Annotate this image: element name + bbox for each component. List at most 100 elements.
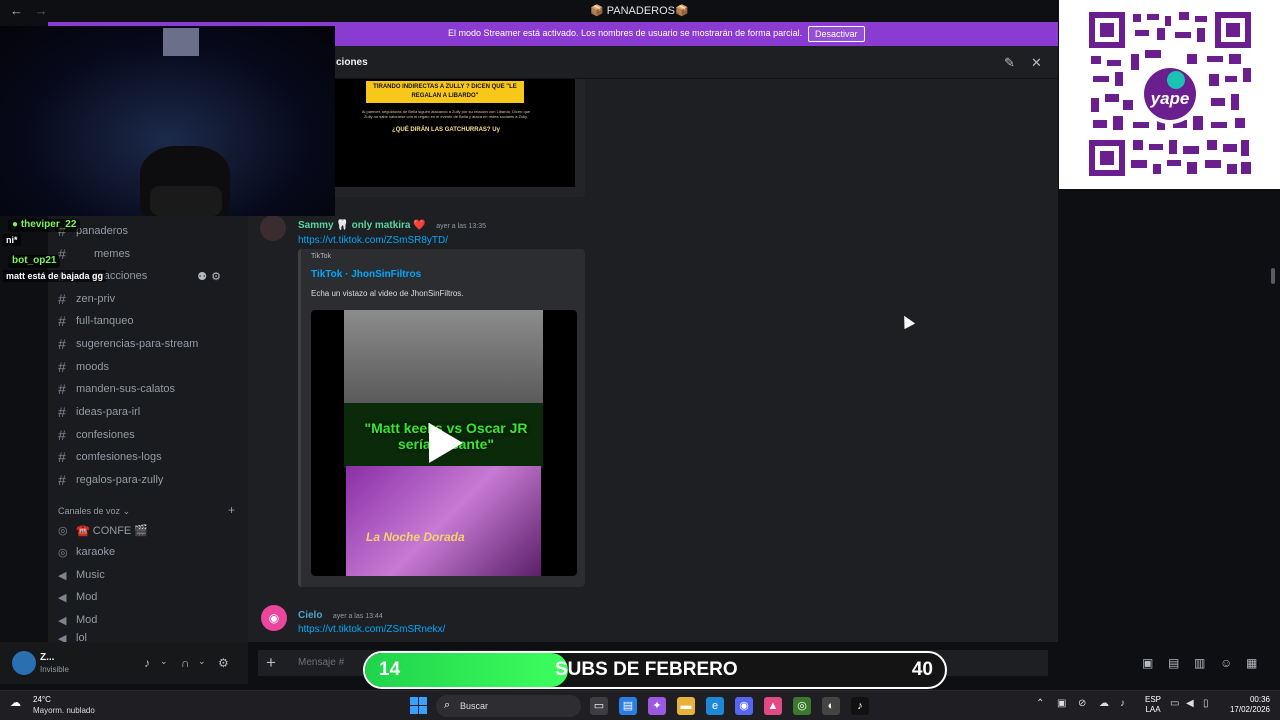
channel-sugerencias[interactable]: # sugerencias-para-stream [58,334,198,354]
channel-manden-sus-calatos[interactable]: # manden-sus-calatos [58,379,175,399]
task-view-icon[interactable]: ▭ [590,697,608,715]
channel-moods[interactable]: # moods [58,357,109,377]
weather-description[interactable]: Mayorm. nublado [33,706,95,715]
message-link[interactable]: https://vt.tiktok.com/ZSmSRnekx/ [298,624,445,635]
app-icon[interactable]: ◎ [793,697,811,715]
language-indicator[interactable]: ESP LAA [1145,695,1161,715]
nav-buttons: ← → [10,3,56,18]
user-name[interactable]: Z... [40,652,54,663]
channel-label: manden-sus-calatos [76,383,176,395]
channel-confesiones[interactable]: # confesiones [58,425,135,445]
avatar[interactable] [12,651,36,675]
video-thumbnail[interactable]: "Matt keeks vs Oscar JR sería bacante" L… [311,310,577,576]
gift-icon[interactable]: ▣ [1142,656,1153,670]
cloud-icon[interactable]: ☁ [10,696,21,709]
hash-icon: # [58,472,66,488]
sticker-icon[interactable]: ▥ [1194,656,1205,670]
copilot-icon[interactable]: ✦ [648,697,666,715]
voice-channel-music[interactable]: ◀ Music [58,565,105,585]
hash-icon: # [58,313,66,329]
discord-avatar-icon[interactable]: ◉ [261,605,287,631]
channel-ideas-para-irl[interactable]: # ideas-para-irl [58,402,140,422]
network-icon[interactable]: ▭ [1170,698,1179,709]
poster-question: ¿QUÉ DIRÁN LAS GATCHURRAS? Uy [392,127,500,133]
hash-icon: # [58,336,66,352]
weather-temperature[interactable]: 24°C [33,695,51,704]
edge-icon[interactable]: e [706,697,724,715]
channel-full-tanqueo[interactable]: # full-tanqueo [58,311,134,331]
voice-channel-lol[interactable]: ◀ lol [58,632,87,642]
channel-comfesiones-logs[interactable]: # comfesiones-logs [58,447,162,467]
channel-label: Mod [76,591,98,603]
subs-goal-bar: 14 SUBS DE FEBRERO 40 [363,651,947,689]
chevron-down-icon: ⌄ [122,506,131,516]
microphone-icon[interactable]: ♪ [144,656,150,670]
search-icon: ⌕ [444,699,451,711]
pin-icon[interactable]: ✎ [1004,55,1015,71]
channel-label: ideas-para-irl [76,406,141,418]
clock-date: 17/02/2026 [1229,705,1270,714]
volume-icon[interactable]: ◀ [1186,698,1194,709]
channel-label: comfesiones-logs [76,451,162,463]
message-timestamp: ayer a las 13:35 [436,223,486,230]
apps-icon[interactable]: ▦ [1246,656,1257,670]
tray-app-icon[interactable]: ▣ [1057,698,1066,709]
lang-top: ESP [1145,695,1162,704]
discord-icon[interactable]: ◉ [735,697,753,715]
onedrive-icon[interactable]: ☁ [1099,698,1109,709]
channel-label: full-tanqueo [76,315,134,327]
channel-zen-priv[interactable]: # zen-priv [58,289,115,309]
channel-regalos-para-zully[interactable]: # regalos-para-zully [58,470,163,490]
voice-channel-mod-1[interactable]: ◀ Mod [58,587,97,607]
chevron-down-icon[interactable]: ⌄ [160,656,168,667]
chat-message: ni* [3,234,21,246]
tray-app-icon[interactable]: ⊘ [1078,698,1086,709]
battery-icon[interactable]: ▯ [1203,698,1209,709]
store-icon[interactable]: ▤ [619,697,637,715]
gif-icon[interactable]: ▤ [1168,656,1179,670]
clock-time: 00:36 [1249,695,1270,704]
qr-code-image: yape [1087,10,1253,178]
arrow-left-icon[interactable]: ← [10,3,23,18]
channel-label: moods [76,361,110,373]
face-mask-image [150,186,222,216]
voice-channel-mod-2[interactable]: ◀ Mod [58,610,97,630]
microphone-icon[interactable]: ♪ [1120,698,1125,709]
stage-icon: ◎ [58,524,68,537]
headphones-icon[interactable]: ∩ [181,656,190,670]
chevron-up-icon[interactable]: ⌃ [1036,698,1044,709]
channel-label: regalos-para-zully [76,474,164,486]
attach-plus-icon[interactable]: + [266,653,276,673]
file-explorer-icon[interactable]: ▬ [677,697,695,715]
arrow-right-icon[interactable]: → [35,3,48,18]
voice-channel-karaoke[interactable]: ◎ karaoke [58,542,115,562]
hash-icon: # [58,381,66,397]
poster-headline: TIRANDO INDIRECTAS A ZULLY ? DICEN QUE "… [366,81,524,103]
news-poster-image[interactable]: TIRANDO INDIRECTAS A ZULLY ? DICEN QUE "… [321,79,575,187]
previous-embed[interactable]: TIRANDO INDIRECTAS A ZULLY ? DICEN QUE "… [298,79,585,197]
gear-icon[interactable]: ⚙ [218,656,229,670]
user-panel: Z... Invisible ♪ ⌄ ∩ ⌄ ⚙ [0,642,248,684]
play-icon[interactable] [429,423,463,463]
chevron-down-icon[interactable]: ⌄ [198,656,206,667]
add-channel-icon[interactable]: + [228,503,235,517]
channel-label: Mod [76,614,98,626]
stream-chat-overlay: ● theviper_22 ni* bot_op21 matt está de … [0,216,330,286]
scrollbar-thumb[interactable] [1271,268,1275,284]
system-clock[interactable]: 00:36 17/02/2026 [1222,695,1270,715]
obs-icon[interactable]: ◐ [822,697,840,715]
yape-logo-text: yape [1150,89,1190,108]
voice-category-header[interactable]: Canales de voz ⌄ [58,506,130,517]
speaker-icon: ◀ [58,614,67,627]
mute-icon[interactable]: ✕ [1031,55,1042,71]
speaker-icon: ◀ [58,633,67,642]
tiktok-icon[interactable]: ♪ [851,697,869,715]
voice-channel-confe[interactable]: ◎ ☎️ CONFE 🎬 [58,520,148,540]
emoji-icon[interactable]: ☺ [1220,656,1232,670]
deactivate-button[interactable]: Desactivar [808,26,865,42]
windows-start-icon[interactable] [410,697,428,715]
hash-icon: # [58,404,66,420]
taskbar-search[interactable]: ⌕ Buscar [436,695,581,717]
streaming-app-icon[interactable]: ▲ [764,697,782,715]
message-input[interactable]: Mensaje # [298,657,344,668]
